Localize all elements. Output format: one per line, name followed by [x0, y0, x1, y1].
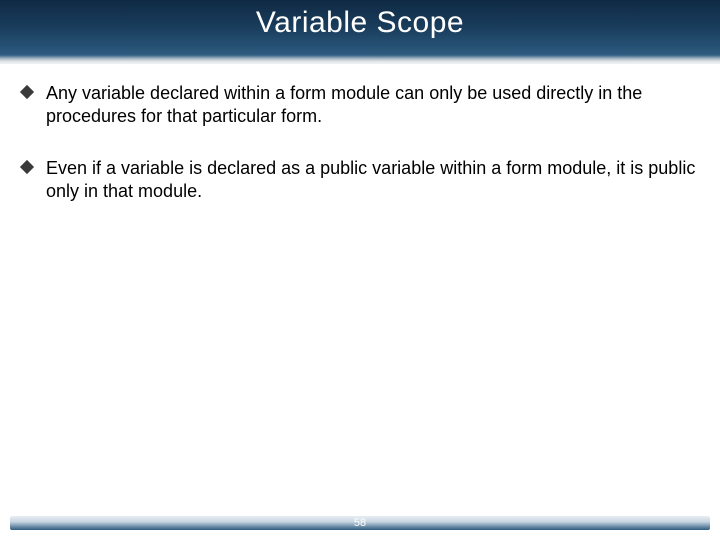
diamond-bullet-icon	[22, 87, 32, 97]
bullet-text: Any variable declared within a form modu…	[46, 82, 698, 129]
slide-header: Variable Scope	[0, 0, 720, 64]
bullet-item: Any variable declared within a form modu…	[22, 82, 698, 129]
slide-footer: 58	[10, 516, 710, 530]
page-number: 58	[354, 516, 366, 530]
bullet-text: Even if a variable is declared as a publ…	[46, 157, 698, 204]
slide-title: Variable Scope	[256, 6, 464, 40]
diamond-bullet-icon	[22, 162, 32, 172]
bullet-item: Even if a variable is declared as a publ…	[22, 157, 698, 204]
slide-body: Any variable declared within a form modu…	[0, 64, 720, 204]
